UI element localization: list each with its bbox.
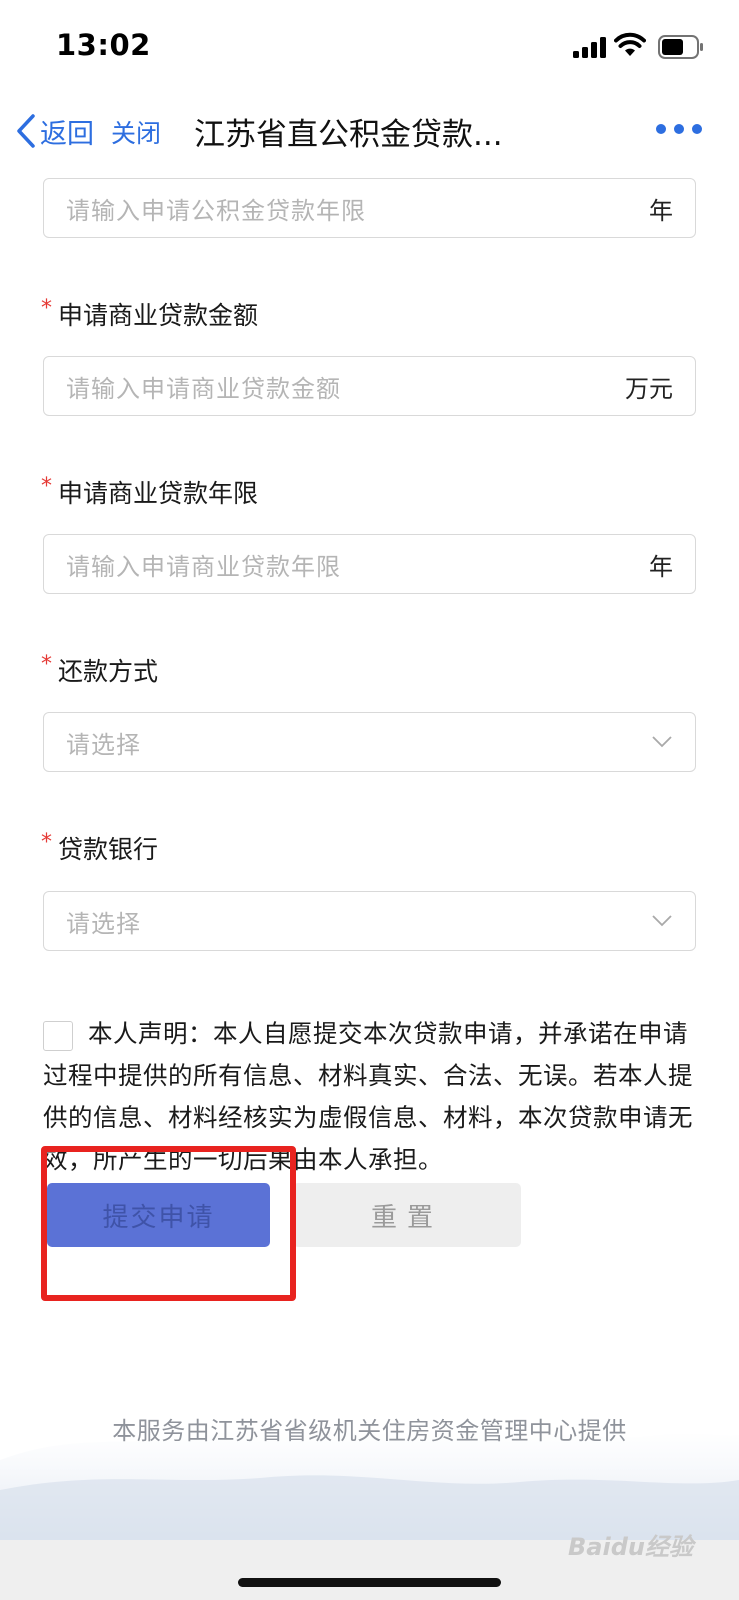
- repayment-method-label-text: 还款方式: [58, 657, 159, 686]
- home-indicator: [238, 1578, 501, 1587]
- required-mark: *: [41, 830, 52, 855]
- chevron-left-icon: [17, 114, 35, 148]
- commercial-loan-term-input[interactable]: 请输入申请商业贷款年限 年: [43, 534, 696, 594]
- chevron-down-icon: [652, 736, 672, 748]
- status-time: 13:02: [56, 28, 151, 62]
- submit-application-button[interactable]: 提交申请: [47, 1183, 270, 1247]
- loan-bank-label: * 贷款银行: [41, 830, 158, 866]
- fund-loan-term-placeholder: 请输入申请公积金贷款年限: [66, 196, 366, 225]
- fund-loan-term-input[interactable]: 请输入申请公积金贷款年限 年: [43, 178, 696, 238]
- footer-provider-text: 本服务由江苏省省级机关住房资金管理中心提供: [112, 1417, 627, 1445]
- required-mark: *: [41, 296, 52, 321]
- commercial-loan-amount-unit: 万元: [625, 374, 673, 403]
- loan-bank-placeholder: 请选择: [66, 909, 141, 938]
- declaration-text: 本人声明：本人自愿提交本次贷款申请，并承诺在申请过程中提供的所有信息、材料真实、…: [43, 1019, 693, 1174]
- wifi-icon: [614, 32, 646, 56]
- more-dot-icon: [674, 124, 684, 134]
- repayment-method-label: * 还款方式: [41, 652, 158, 688]
- status-bar: 13:02: [0, 0, 739, 95]
- commercial-loan-term-label: * 申请商业贷款年限: [41, 474, 258, 510]
- required-mark: *: [41, 474, 52, 499]
- commercial-loan-amount-input[interactable]: 请输入申请商业贷款金额 万元: [43, 356, 696, 416]
- battery-icon: [658, 35, 703, 59]
- more-options-button[interactable]: [656, 121, 702, 137]
- back-button[interactable]: 返回: [14, 111, 94, 151]
- baidu-watermark: Baidu经验: [568, 1533, 693, 1561]
- back-label: 返回: [40, 118, 94, 150]
- repayment-method-placeholder: 请选择: [66, 730, 141, 759]
- chevron-down-icon: [652, 915, 672, 927]
- loan-bank-select[interactable]: 请选择: [43, 891, 696, 951]
- loan-bank-label-text: 贷款银行: [58, 835, 159, 864]
- page-title: 江苏省直公积金贷款...: [194, 117, 503, 153]
- commercial-loan-amount-placeholder: 请输入申请商业贷款金额: [66, 374, 341, 403]
- repayment-method-select[interactable]: 请选择: [43, 712, 696, 772]
- more-dot-icon: [656, 124, 666, 134]
- commercial-loan-term-unit: 年: [649, 552, 673, 581]
- cellular-signal-icon: [573, 37, 606, 58]
- declaration-checkbox[interactable]: [43, 1021, 73, 1051]
- navigation-bar: 返回 关闭 江苏省直公积金贷款...: [0, 95, 739, 173]
- commercial-loan-amount-label-text: 申请商业贷款金额: [58, 301, 259, 330]
- commercial-loan-term-label-text: 申请商业贷款年限: [58, 479, 259, 508]
- fund-loan-term-unit: 年: [649, 196, 673, 225]
- commercial-loan-amount-label: * 申请商业贷款金额: [41, 296, 258, 332]
- required-mark: *: [41, 652, 52, 677]
- reset-button[interactable]: 重置: [293, 1183, 521, 1247]
- close-button[interactable]: 关闭: [111, 114, 161, 150]
- more-dot-icon: [692, 124, 702, 134]
- commercial-loan-term-placeholder: 请输入申请商业贷款年限: [66, 552, 341, 581]
